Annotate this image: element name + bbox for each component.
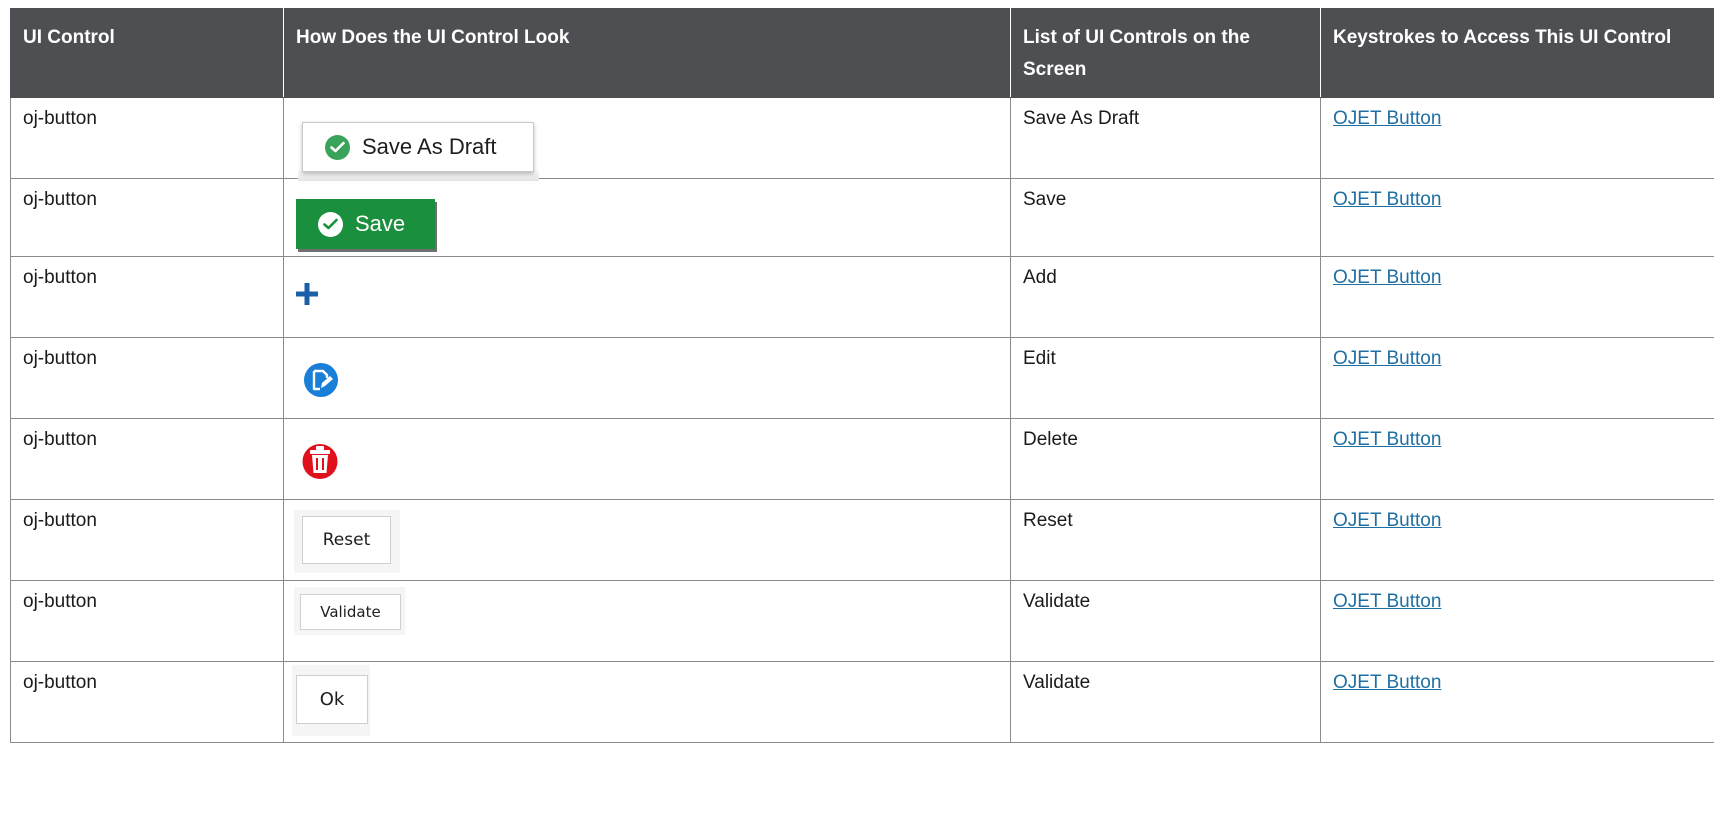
table-row: oj-button Add OJET Button bbox=[10, 256, 1714, 338]
ui-controls-table: UI Control How Does the UI Control Look … bbox=[10, 8, 1714, 743]
save-as-draft-label: Save As Draft bbox=[362, 134, 497, 159]
cell-name: Save bbox=[1010, 178, 1321, 257]
ojet-button-link[interactable]: OJET Button bbox=[1333, 429, 1441, 450]
cell-control: oj-button bbox=[10, 256, 284, 338]
cell-control: oj-button bbox=[10, 337, 284, 419]
table-row: oj-button Delete OJET Button bbox=[10, 418, 1714, 500]
cell-look bbox=[283, 418, 1011, 500]
cell-control: oj-button bbox=[10, 580, 284, 662]
cell-name: Save As Draft bbox=[1010, 97, 1321, 179]
cell-name: Validate bbox=[1010, 661, 1321, 743]
table-row: oj-button Save Save OJET Button bbox=[10, 178, 1714, 257]
edit-icon[interactable] bbox=[303, 362, 339, 398]
header-controls-list: List of UI Controls on the Screen bbox=[1010, 8, 1321, 98]
ojet-button-link[interactable]: OJET Button bbox=[1333, 189, 1441, 210]
header-look: How Does the UI Control Look bbox=[283, 8, 1011, 98]
cell-keystrokes: OJET Button bbox=[1320, 661, 1714, 743]
cell-name: Delete bbox=[1010, 418, 1321, 500]
ojet-button-link[interactable]: OJET Button bbox=[1333, 348, 1441, 369]
cell-look: Ok bbox=[283, 661, 1011, 743]
header-ui-control: UI Control bbox=[10, 8, 284, 98]
cell-keystrokes: OJET Button bbox=[1320, 580, 1714, 662]
cell-look: Validate bbox=[283, 580, 1011, 662]
cell-control: oj-button bbox=[10, 178, 284, 257]
table-header-row: UI Control How Does the UI Control Look … bbox=[10, 8, 1714, 98]
ojet-button-link[interactable]: OJET Button bbox=[1333, 672, 1441, 693]
cell-keystrokes: OJET Button bbox=[1320, 337, 1714, 419]
cell-control: oj-button bbox=[10, 418, 284, 500]
cell-keystrokes: OJET Button bbox=[1320, 418, 1714, 500]
cell-control: oj-button bbox=[10, 661, 284, 743]
save-as-draft-image: Save As Draft bbox=[298, 118, 539, 181]
cell-look: Save As Draft bbox=[283, 97, 1011, 181]
save-as-draft-button[interactable]: Save As Draft bbox=[302, 122, 534, 172]
cell-look: Reset bbox=[283, 499, 1011, 581]
table-row: oj-button Edit OJET Button bbox=[10, 337, 1714, 419]
cell-keystrokes: OJET Button bbox=[1320, 499, 1714, 581]
ui-controls-document: UI Control How Does the UI Control Look … bbox=[10, 8, 1714, 743]
cell-look: Save bbox=[283, 178, 1011, 257]
ok-button[interactable]: Ok bbox=[296, 675, 368, 724]
trash-icon[interactable] bbox=[302, 442, 338, 480]
cell-keystrokes: OJET Button bbox=[1320, 97, 1714, 179]
save-label: Save bbox=[355, 211, 406, 236]
table-row: oj-button Save As Draft Save As Draft OJ… bbox=[10, 97, 1714, 181]
cell-control: oj-button bbox=[10, 97, 284, 179]
table-row: oj-button Reset Reset OJET Button bbox=[10, 499, 1714, 581]
cell-keystrokes: OJET Button bbox=[1320, 178, 1714, 257]
reset-button[interactable]: Reset bbox=[302, 516, 391, 564]
save-button[interactable]: Save bbox=[296, 199, 435, 249]
cell-name: Edit bbox=[1010, 337, 1321, 419]
table-row: oj-button Validate Validate OJET Button bbox=[10, 580, 1714, 662]
check-circle-icon bbox=[325, 134, 350, 160]
cell-keystrokes: OJET Button bbox=[1320, 256, 1714, 338]
validate-button[interactable]: Validate bbox=[300, 594, 401, 630]
ojet-button-link[interactable]: OJET Button bbox=[1333, 510, 1441, 531]
header-keystrokes: Keystrokes to Access This UI Control bbox=[1320, 8, 1714, 98]
cell-look bbox=[283, 337, 1011, 419]
ojet-button-link[interactable]: OJET Button bbox=[1333, 267, 1441, 288]
plus-icon[interactable] bbox=[295, 282, 319, 306]
check-circle-icon bbox=[318, 211, 343, 237]
ojet-button-link[interactable]: OJET Button bbox=[1333, 591, 1441, 612]
cell-control: oj-button bbox=[10, 499, 284, 581]
table-row: oj-button Ok Validate OJET Button bbox=[10, 661, 1714, 743]
cell-look bbox=[283, 256, 1011, 338]
cell-name: Add bbox=[1010, 256, 1321, 338]
cell-name: Validate bbox=[1010, 580, 1321, 662]
ojet-button-link[interactable]: OJET Button bbox=[1333, 108, 1441, 129]
cell-name: Reset bbox=[1010, 499, 1321, 581]
